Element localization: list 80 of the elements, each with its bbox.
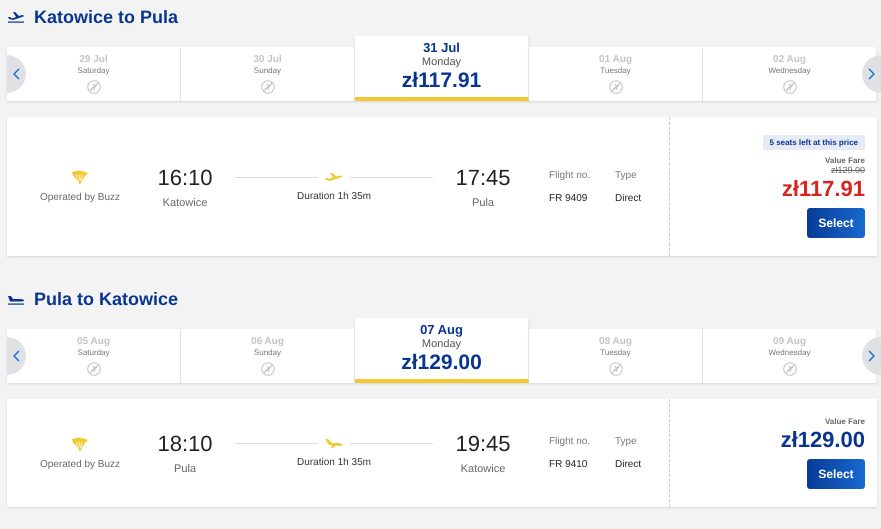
operator-label: Operated by Buzz (40, 458, 120, 470)
flight-number: FR 9409 (549, 192, 588, 204)
date-label: 30 Jul (253, 54, 282, 65)
date-label: 05 Aug (77, 336, 110, 347)
old-price: zł129.00 (830, 165, 865, 175)
date-tab[interactable]: 02 Aug Wednesday (703, 47, 877, 101)
weekday-label: Monday (422, 56, 462, 68)
weekday-label: Saturday (77, 66, 110, 75)
flight-type: Direct (615, 192, 642, 204)
date-label: 09 Aug (773, 336, 806, 347)
no-flight-icon (86, 362, 100, 376)
price-label: zł129.00 (401, 351, 482, 375)
operator-label: Operated by Buzz (40, 192, 120, 203)
no-flight-icon (608, 80, 622, 94)
weekday-label: Monday (422, 338, 462, 350)
departure-city: Pula (174, 463, 196, 475)
arrival-time: 17:45 (455, 164, 511, 190)
date-label: 06 Aug (251, 336, 284, 347)
date-tab[interactable]: 06 Aug Sunday (181, 329, 355, 383)
no-flight-icon (782, 362, 796, 376)
departure-time: 18:10 (157, 431, 213, 457)
weekday-label: Saturday (77, 348, 110, 357)
date-label: 02 Aug (773, 54, 806, 65)
date-tab[interactable]: 09 Aug Wednesday (703, 329, 877, 383)
weekday-label: Tuesday (600, 348, 631, 357)
date-label: 31 Jul (423, 40, 460, 55)
select-button[interactable]: Select (807, 208, 865, 238)
plane-icon (7, 293, 25, 305)
date-label: 29 Jul (79, 54, 108, 65)
price-label: zł117.91 (402, 69, 482, 93)
weekday-label: Sunday (254, 66, 282, 75)
arrival-city: Pula (472, 196, 494, 208)
chevron-left-icon (13, 350, 20, 362)
plane-icon (324, 172, 344, 182)
route-title: Pula to Katowice (34, 288, 178, 310)
chevron-right-icon (868, 350, 875, 362)
weekday-label: Sunday (254, 348, 282, 357)
plane-icon (324, 438, 344, 449)
harp-logo-icon (71, 436, 89, 452)
no-flight-icon (86, 80, 100, 94)
arrival-time: 19:45 (455, 431, 511, 457)
date-tab[interactable]: 01 Aug Tuesday (529, 47, 703, 101)
date-tab[interactable]: 30 Jul Sunday (181, 47, 355, 101)
flight-number-label: Flight no. (549, 170, 592, 180)
departure-time: 16:10 (157, 164, 213, 190)
harp-logo-icon (71, 170, 89, 186)
date-label: 08 Aug (599, 336, 632, 347)
chevron-right-icon (868, 68, 875, 80)
chevron-left-icon (13, 68, 20, 80)
no-flight-icon (260, 80, 274, 94)
date-label: 01 Aug (599, 54, 632, 65)
fare-name: Value Fare (824, 156, 865, 165)
fare-price: zł117.91 (782, 176, 865, 202)
fare-price: zł129.00 (780, 427, 865, 453)
select-button[interactable]: Select (807, 459, 865, 489)
route-title: Katowice to Pula (34, 6, 178, 28)
duration-label: Duration 1h 35m (297, 457, 371, 468)
weekday-label: Wednesday (768, 348, 811, 357)
date-tab[interactable]: 31 Jul Monday zł117.91 (355, 36, 529, 101)
departure-city: Katowice (162, 196, 208, 208)
plane-icon (7, 11, 25, 23)
fare-name: Value Fare (824, 417, 865, 426)
no-flight-icon (782, 80, 796, 94)
arrival-city: Katowice (460, 463, 506, 475)
duration-label: Duration 1h 35m (297, 190, 371, 202)
type-label: Type (615, 436, 638, 447)
type-label: Type (615, 170, 638, 180)
date-tab[interactable]: 08 Aug Tuesday (529, 329, 703, 383)
date-tab[interactable]: 05 Aug Saturday (7, 329, 181, 383)
date-tab[interactable]: 29 Jul Saturday (7, 47, 181, 101)
flight-number-label: Flight no. (549, 436, 592, 447)
seats-left-badge: 5 seats left at this price (762, 135, 865, 150)
weekday-label: Wednesday (768, 66, 811, 75)
no-flight-icon (608, 362, 622, 376)
weekday-label: Tuesday (600, 66, 631, 75)
no-flight-icon (260, 362, 274, 376)
flight-number: FR 9410 (549, 459, 588, 470)
flight-type: Direct (615, 459, 642, 470)
date-tab[interactable]: 07 Aug Monday zł129.00 (355, 318, 529, 383)
date-label: 07 Aug (420, 322, 463, 337)
